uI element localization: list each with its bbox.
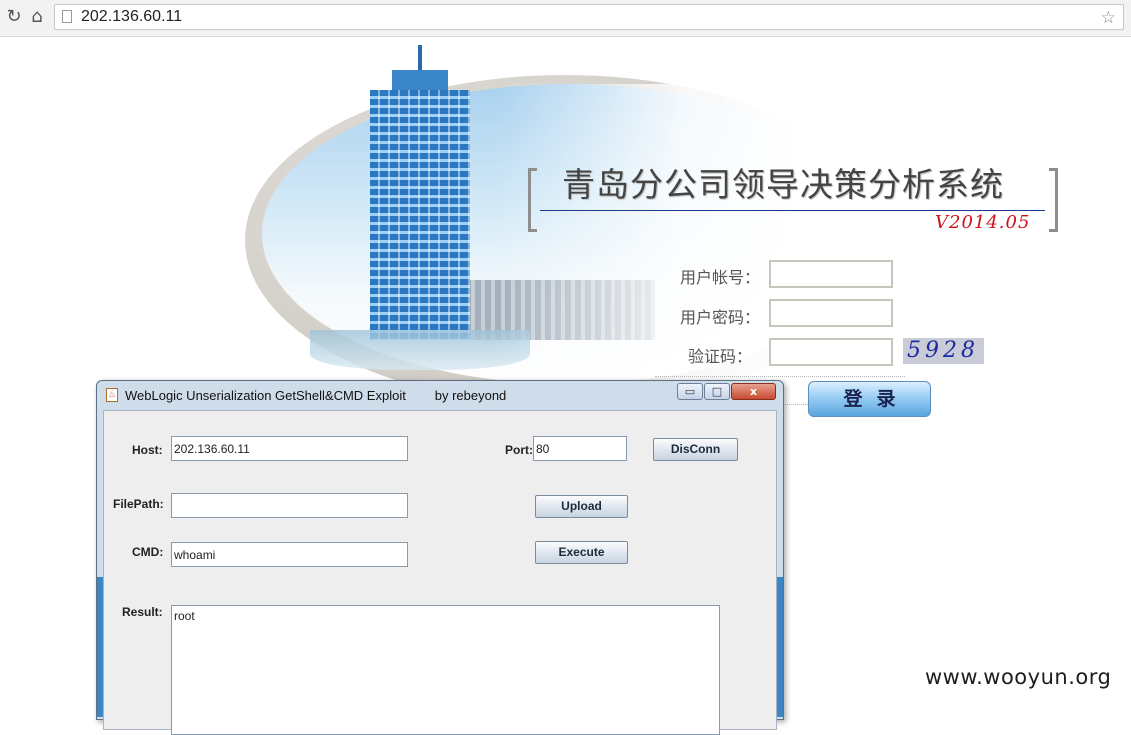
tower-top	[392, 70, 448, 92]
filepath-label: FilePath:	[113, 497, 164, 511]
reload-icon[interactable]: ↻	[4, 7, 24, 27]
dotted-divider-2	[782, 404, 808, 405]
url-text: 202.136.60.11	[81, 8, 183, 25]
maximize-button[interactable]: □	[704, 383, 730, 400]
host-input[interactable]: 202.136.60.11	[171, 436, 408, 461]
captcha-image[interactable]: 5928	[903, 338, 984, 364]
cmd-input[interactable]: whoami	[171, 542, 408, 567]
port-label: Port:	[505, 443, 533, 457]
page-icon	[62, 10, 72, 23]
password-label: 用户密码：	[680, 308, 761, 327]
cmd-label: CMD:	[132, 545, 164, 559]
star-icon[interactable]: ☆	[1101, 8, 1116, 28]
login-button[interactable]: 登录	[808, 381, 931, 417]
title-underline	[540, 210, 1045, 211]
username-input[interactable]	[769, 260, 893, 288]
fountain-pool	[310, 330, 530, 370]
home-icon[interactable]: ⌂	[27, 7, 47, 27]
window-author: by rebeyond	[434, 388, 507, 403]
close-button[interactable]: x	[731, 383, 776, 400]
window-content: Host: 202.136.60.11 Port: 80 DisConn Fil…	[103, 410, 777, 735]
username-label: 用户帐号：	[680, 268, 761, 287]
tower-image	[370, 90, 470, 340]
window-title: WebLogic Unserialization GetShell&CMD Ex…	[125, 388, 507, 403]
result-label: Result:	[122, 605, 163, 619]
execute-button[interactable]: Execute	[535, 541, 628, 564]
captcha-label: 验证码：	[688, 347, 753, 366]
browser-toolbar: ↻ ⌂ 202.136.60.11 ☆	[0, 0, 1131, 37]
java-icon: ♨	[106, 388, 118, 402]
window-border-right	[777, 577, 783, 717]
upload-button[interactable]: Upload	[535, 495, 628, 518]
version-label: V2014.05	[935, 212, 1031, 233]
watermark-text: www.wooyun.org	[925, 665, 1112, 689]
tower-spire	[418, 45, 422, 73]
address-bar[interactable]: 202.136.60.11 ☆	[54, 4, 1124, 30]
password-input[interactable]	[769, 299, 893, 327]
captcha-input[interactable]	[769, 338, 893, 366]
result-output[interactable]: root	[171, 605, 720, 735]
window-border-left	[97, 577, 103, 717]
system-title: 青岛分公司领导决策分析系统	[562, 165, 1004, 204]
title-bracket-left	[528, 168, 537, 232]
minimize-button[interactable]: ▭	[677, 383, 703, 400]
exploit-window: ♨ WebLogic Unserialization GetShell&CMD …	[96, 380, 784, 735]
title-bracket-right	[1049, 168, 1058, 232]
dotted-divider	[655, 376, 905, 377]
window-titlebar[interactable]: ♨ WebLogic Unserialization GetShell&CMD …	[97, 381, 783, 409]
filepath-input[interactable]	[171, 493, 408, 518]
port-input[interactable]: 80	[533, 436, 627, 461]
disconnect-button[interactable]: DisConn	[653, 438, 738, 461]
host-label: Host:	[132, 443, 163, 457]
